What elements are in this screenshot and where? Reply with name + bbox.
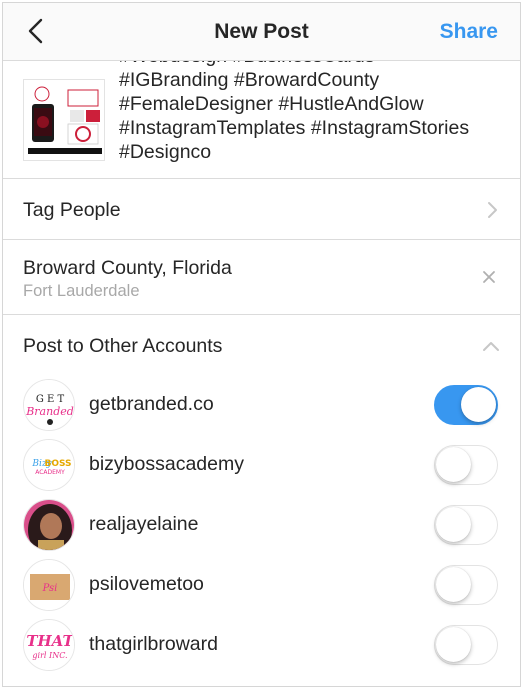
clear-x-icon[interactable] (482, 270, 496, 284)
avatar-image: Bizy BOSS ACADEMY (24, 440, 74, 490)
svg-text:Branded: Branded (25, 405, 74, 418)
account-row: Bizy BOSS ACADEMY bizybossacademy (3, 435, 520, 495)
share-button[interactable]: Share (440, 20, 498, 44)
account-row: G E T Branded getbranded.co (3, 375, 520, 435)
account-name: getbranded.co (89, 393, 214, 415)
svg-text:THAT: THAT (26, 632, 75, 650)
account-name: bizybossacademy (89, 453, 244, 475)
svg-text:G E T: G E T (36, 394, 65, 405)
caption-text[interactable]: #Webdesign #BusinessCards #IGBranding #B… (119, 61, 514, 164)
other-accounts-header[interactable]: Post to Other Accounts (3, 315, 520, 375)
toggle-knob (436, 507, 471, 542)
post-thumbnail[interactable] (23, 79, 105, 161)
avatar: THAT girl INC. (23, 619, 75, 671)
account-toggle[interactable] (434, 505, 498, 545)
account-row: THAT girl INC. thatgirlbroward (3, 615, 520, 675)
account-row: realjayelaine (3, 495, 520, 555)
other-accounts-label: Post to Other Accounts (23, 335, 223, 357)
account-toggle[interactable] (434, 385, 498, 425)
svg-text:ACADEMY: ACADEMY (35, 469, 65, 476)
account-toggle[interactable] (434, 565, 498, 605)
caption-section: #Webdesign #BusinessCards #IGBranding #B… (3, 61, 520, 179)
nav-header: New Post Share (3, 3, 520, 61)
avatar: G E T Branded (23, 379, 75, 431)
chevron-up-icon (483, 342, 499, 351)
avatar: Bizy BOSS ACADEMY (23, 439, 75, 491)
svg-text:girl INC.: girl INC. (32, 651, 67, 660)
avatar-image (24, 500, 74, 550)
account-name: realjayelaine (89, 513, 199, 535)
svg-text:Psi: Psi (42, 583, 58, 594)
toggle-knob (436, 447, 471, 482)
account-name: thatgirlbroward (89, 633, 218, 655)
account-row: Psi psilovemetoo (3, 555, 520, 615)
avatar-image: G E T Branded (24, 380, 74, 430)
account-toggle[interactable] (434, 625, 498, 665)
post-thumbnail-image (24, 80, 104, 160)
avatar-image: Psi (24, 560, 74, 610)
chevron-right-icon (488, 202, 497, 218)
account-toggle[interactable] (434, 445, 498, 485)
avatar: Psi (23, 559, 75, 611)
tag-people-label: Tag People (23, 199, 121, 221)
new-post-screen: New Post Share #Webdesign #BusinessCards… (2, 2, 521, 687)
avatar (23, 499, 75, 551)
account-name: psilovemetoo (89, 573, 204, 595)
tag-people-row[interactable]: Tag People (3, 179, 520, 240)
avatar-image: THAT girl INC. (24, 620, 75, 670)
toggle-knob (436, 627, 471, 662)
svg-text:BOSS: BOSS (44, 459, 71, 469)
toggle-knob (436, 567, 471, 602)
location-row[interactable]: Broward County, Florida Fort Lauderdale (3, 240, 520, 315)
toggle-knob (461, 387, 496, 422)
location-name: Broward County, Florida (23, 257, 232, 279)
location-subtitle: Fort Lauderdale (23, 282, 140, 300)
